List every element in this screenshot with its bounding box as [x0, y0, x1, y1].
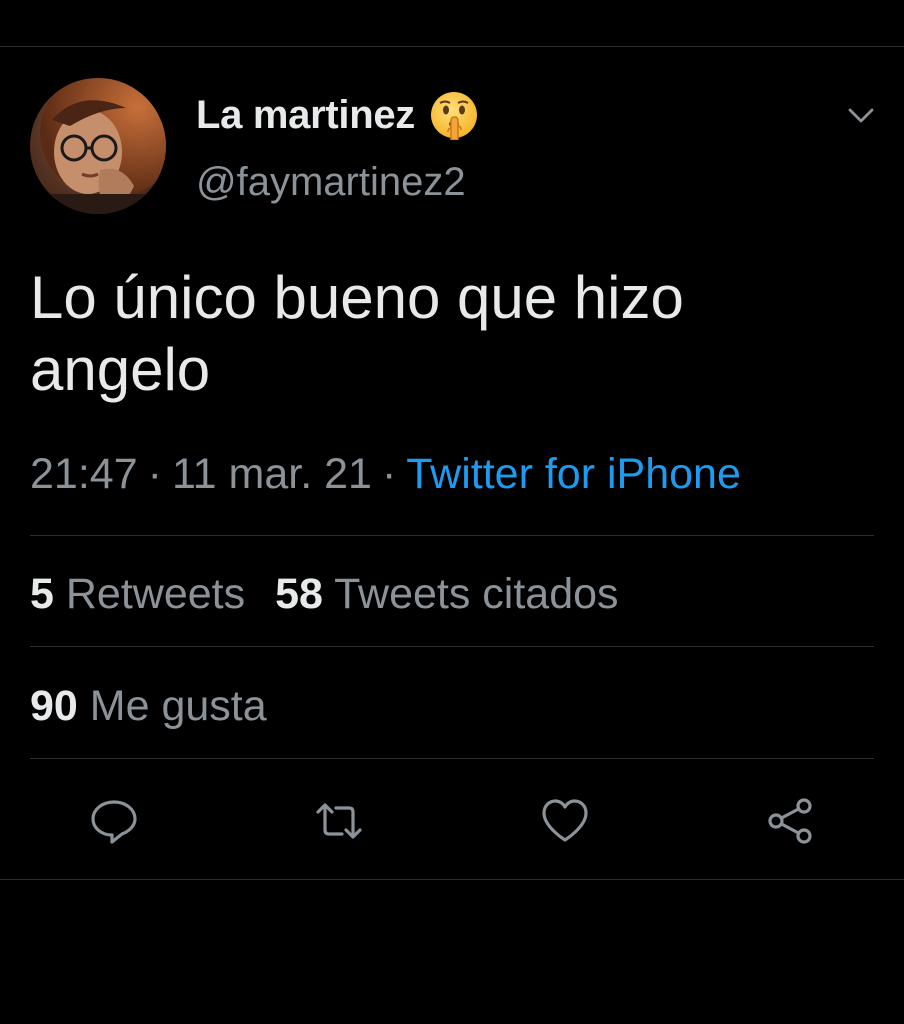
stats-divider: [30, 646, 874, 647]
likes-count: 90: [30, 682, 78, 730]
like-button[interactable]: [540, 796, 590, 846]
retweet-icon: [316, 803, 362, 839]
actions-divider: [30, 758, 874, 759]
share-icon: [768, 798, 812, 844]
quotes-label: Tweets citados: [334, 570, 619, 618]
tweet-source-link[interactable]: Twitter for iPhone: [406, 450, 741, 498]
tweet-meta: 21:47 · 11 mar. 21 · Twitter for iPhone: [30, 450, 741, 499]
author-name[interactable]: La martinez: [196, 90, 479, 140]
retweets-stat[interactable]: 5 Retweets: [30, 570, 245, 618]
chevron-down-icon[interactable]: [846, 100, 876, 130]
retweets-label: Retweets: [65, 570, 246, 618]
likes-stat[interactable]: 90 Me gusta: [30, 682, 267, 730]
retweet-button[interactable]: [314, 796, 364, 846]
shushing-face-icon: [429, 90, 479, 140]
quotes-count: 58: [275, 570, 323, 618]
stats-row-likes: 90 Me gusta: [30, 682, 267, 731]
quotes-stat[interactable]: 58 Tweets citados: [275, 570, 618, 618]
meta-separator: ·: [147, 450, 162, 498]
tweet-text: Lo único bueno que hizo angelo: [30, 264, 684, 403]
likes-label: Me gusta: [89, 682, 267, 730]
avatar-photo: [30, 78, 166, 214]
share-button[interactable]: [766, 796, 816, 846]
tweet-time: 21:47: [30, 450, 138, 498]
reply-button[interactable]: [89, 796, 139, 846]
avatar[interactable]: [30, 78, 166, 214]
tweet-date: 11 mar. 21: [171, 450, 372, 498]
stats-row-shares: 5 Retweets 58 Tweets citados: [30, 570, 619, 619]
retweets-count: 5: [30, 570, 54, 618]
heart-icon: [542, 799, 588, 842]
display-name: La martinez: [196, 92, 415, 137]
bottom-divider: [0, 879, 904, 880]
author-handle[interactable]: @faymartinez2: [196, 160, 466, 205]
stats-divider: [30, 535, 874, 536]
top-divider: [0, 46, 904, 47]
speech-bubble-icon: [91, 800, 137, 844]
meta-separator: ·: [381, 450, 397, 498]
